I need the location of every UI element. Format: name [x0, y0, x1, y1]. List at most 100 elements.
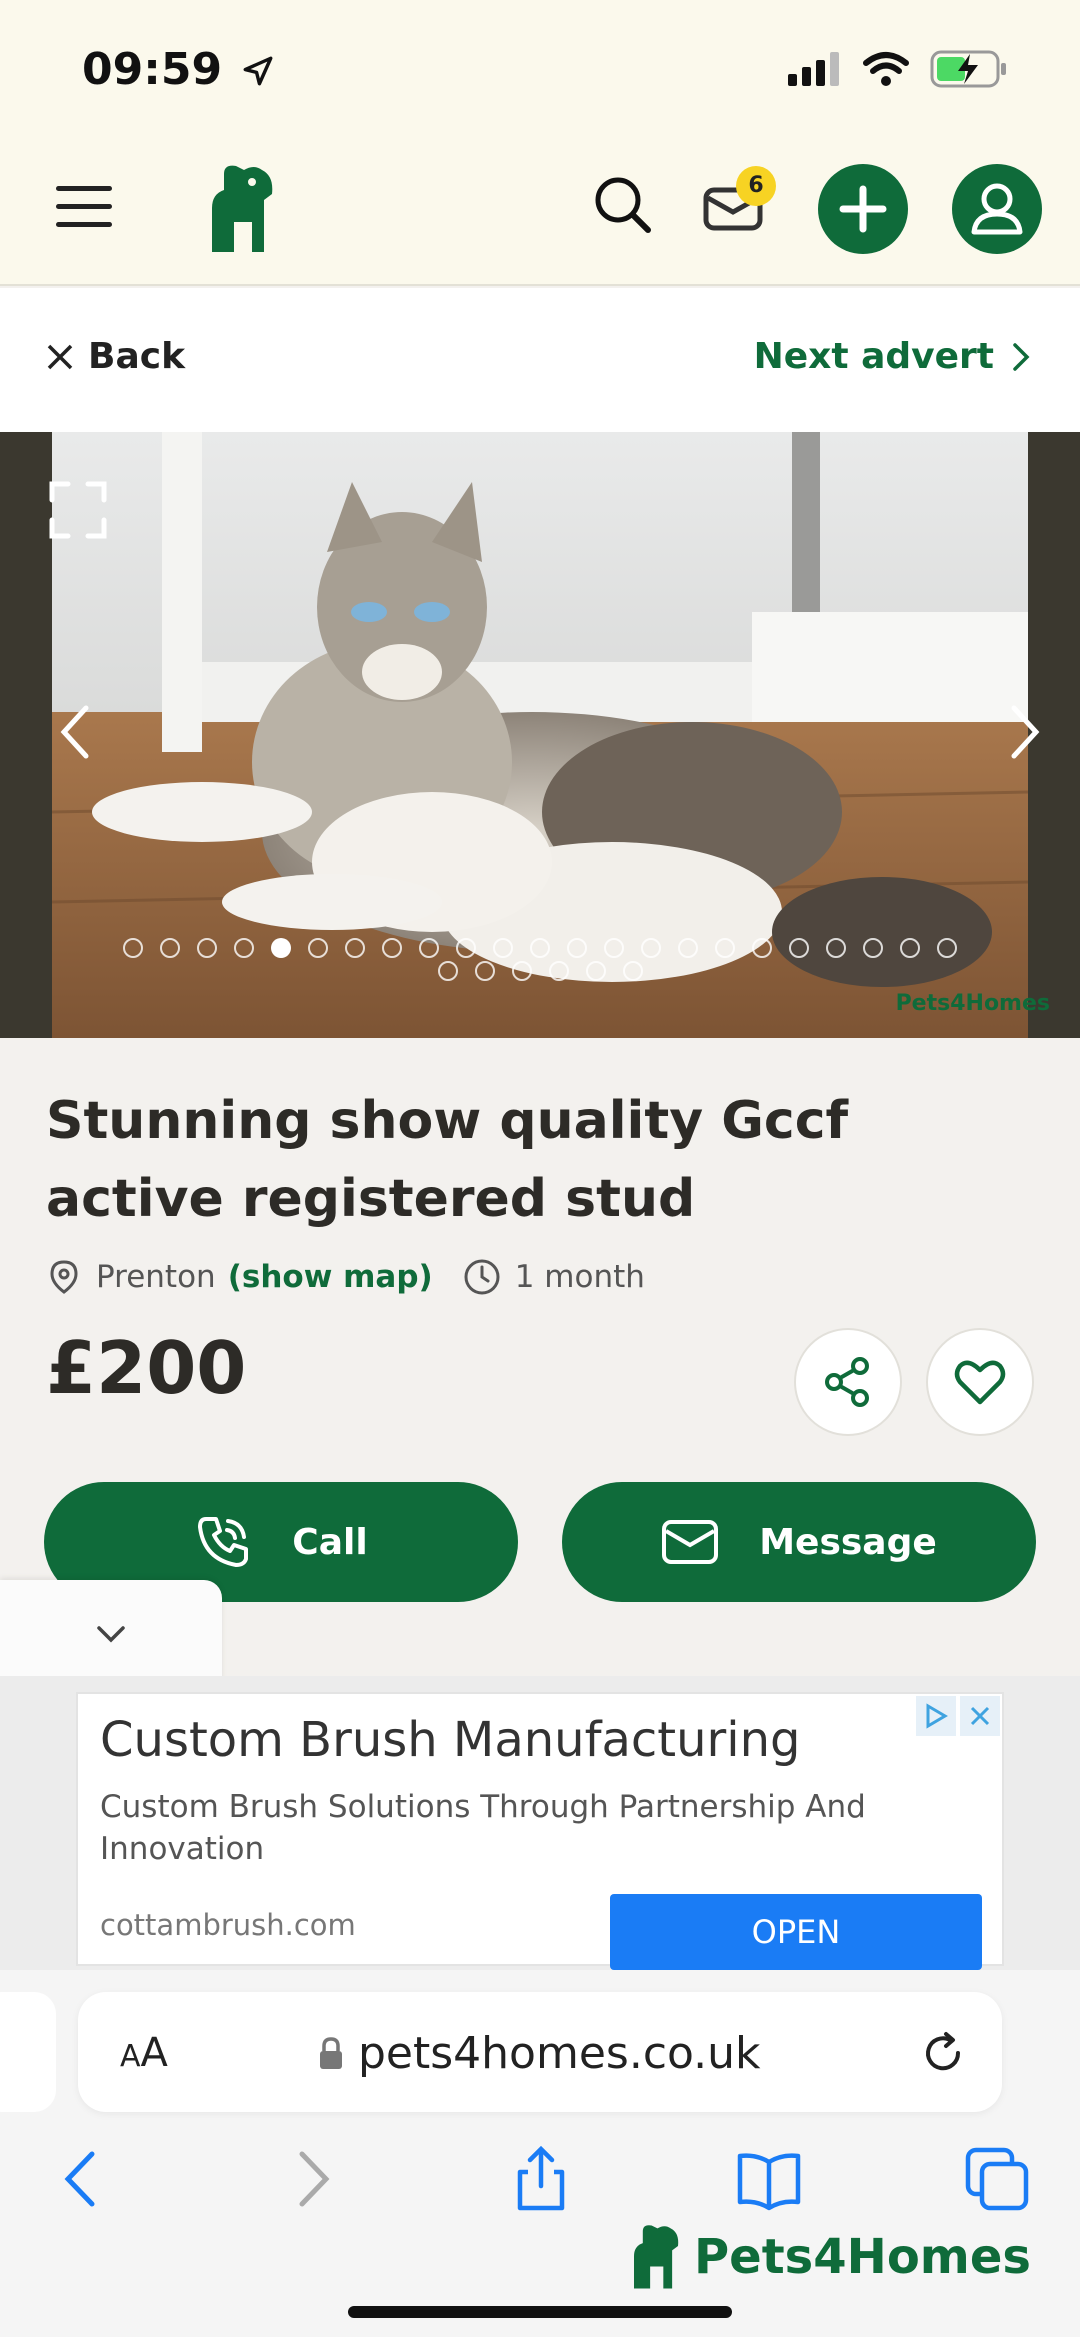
gallery-dot[interactable] [382, 938, 402, 958]
ad-close-icon[interactable] [960, 1696, 1000, 1736]
gallery-dot[interactable] [271, 938, 291, 958]
gallery-dot[interactable] [622, 961, 643, 981]
browser-chrome: AAAA pets4homes.co.uk Pets4Homes [0, 1970, 1080, 2337]
reader-options-button[interactable]: AAAA [120, 2030, 168, 2076]
location-text: Prenton [96, 1259, 216, 1295]
status-bar: 09:59 [0, 0, 1080, 140]
ad-title[interactable]: Custom Brush Manufacturing [100, 1712, 801, 1768]
gallery-dot[interactable] [511, 961, 532, 981]
signal-icon [788, 52, 839, 86]
site-header: 6 [0, 140, 1080, 286]
next-advert-button[interactable]: Next advert [754, 336, 1030, 377]
search-icon[interactable] [590, 172, 654, 236]
gallery-dot[interactable] [826, 938, 846, 958]
bookmarks-icon[interactable] [734, 2144, 804, 2214]
listing-price: £200 [46, 1326, 247, 1410]
gallery-dot[interactable] [900, 938, 920, 958]
gallery-dot[interactable] [493, 938, 513, 958]
gallery-dot[interactable] [474, 961, 495, 981]
show-map-link[interactable]: (show map) [228, 1259, 433, 1295]
home-indicator [348, 2306, 732, 2318]
previous-tab-peek[interactable] [0, 1992, 56, 2112]
url-text: pets4homes.co.uk [358, 2028, 761, 2079]
post-advert-button[interactable] [818, 164, 908, 254]
photo-watermark: Pets4Homes [895, 991, 1050, 1016]
image-gallery[interactable]: Pets4Homes [0, 432, 1080, 1038]
gallery-dot[interactable] [234, 938, 254, 958]
lock-icon [320, 2036, 342, 2069]
location-arrow-icon [243, 56, 273, 86]
battery-charging-icon [930, 50, 1006, 88]
ad-badges [916, 1696, 1000, 1736]
chevron-right-icon [1013, 342, 1030, 371]
address-bar[interactable]: AAAA pets4homes.co.uk [78, 1992, 1002, 2112]
share-icon [825, 1357, 869, 1407]
gallery-dot[interactable] [456, 938, 476, 958]
gallery-dot[interactable] [585, 961, 606, 981]
ad-open-button[interactable]: OPEN [610, 1894, 982, 1970]
fullscreen-icon[interactable] [48, 480, 108, 540]
heart-icon [954, 1360, 1006, 1405]
phone-icon [198, 1517, 249, 1567]
ad-collapse-tab[interactable] [0, 1580, 222, 1690]
menu-icon[interactable] [56, 186, 112, 230]
gallery-dot[interactable] [789, 938, 809, 958]
message-label: Message [759, 1521, 937, 1563]
gallery-dot[interactable] [123, 938, 143, 958]
listing-title: Stunning show quality Gccf active regist… [46, 1091, 849, 1229]
gallery-dot[interactable] [197, 938, 217, 958]
advert-navigation-bar: Back Next advert [0, 288, 1080, 432]
status-time-text: 09:59 [82, 44, 223, 95]
close-icon [47, 344, 73, 369]
advertisement-card[interactable]: Custom Brush Manufacturing Custom Brush … [76, 1692, 1004, 1970]
gallery-dot[interactable] [641, 938, 661, 958]
chevron-down-icon [97, 1626, 125, 1643]
browser-toolbar [0, 2138, 1080, 2238]
account-button[interactable] [952, 164, 1042, 254]
gallery-dot[interactable] [604, 938, 624, 958]
next-advert-label: Next advert [753, 336, 994, 377]
gallery-dot[interactable] [160, 938, 180, 958]
listing-meta: Prenton (show map) 1 month [46, 1258, 645, 1296]
url-display[interactable]: pets4homes.co.uk [318, 2028, 761, 2079]
previous-image-icon[interactable] [56, 702, 96, 762]
favourite-button[interactable] [926, 1328, 1034, 1436]
gallery-dot[interactable] [345, 938, 365, 958]
gallery-dot[interactable] [715, 938, 735, 958]
reload-icon[interactable] [920, 2030, 966, 2076]
ad-description: Custom Brush Solutions Through Partnersh… [100, 1789, 866, 1867]
clock-icon [464, 1259, 500, 1295]
back-button[interactable]: Back [46, 336, 185, 377]
mail-count-badge: 6 [736, 166, 776, 206]
gallery-dot[interactable] [937, 938, 957, 958]
share-sheet-icon[interactable] [506, 2144, 576, 2214]
share-button[interactable] [794, 1328, 902, 1436]
message-button[interactable]: Message [562, 1482, 1036, 1602]
adchoices-icon[interactable] [916, 1696, 956, 1736]
footer-brand-text: Pets4Homes [694, 2229, 1031, 2285]
location-pin-icon [50, 1260, 78, 1294]
gallery-pagination [120, 938, 960, 984]
gallery-dot[interactable] [308, 938, 328, 958]
gallery-dot[interactable] [863, 938, 883, 958]
tabs-icon[interactable] [962, 2144, 1032, 2214]
next-image-icon[interactable] [1004, 702, 1044, 762]
gallery-dot[interactable] [437, 961, 458, 981]
gallery-dot[interactable] [567, 938, 587, 958]
gallery-dot[interactable] [548, 961, 569, 981]
forward-arrow-icon[interactable] [278, 2144, 348, 2214]
footer-brand: Pets4Homes [628, 2224, 1031, 2290]
envelope-icon [662, 1520, 719, 1564]
back-label: Back [88, 336, 186, 377]
gallery-dot[interactable] [530, 938, 550, 958]
pets4homes-logo-icon[interactable] [204, 164, 280, 254]
back-arrow-icon[interactable] [46, 2144, 116, 2214]
gallery-dot[interactable] [419, 938, 439, 958]
ad-domain: cottambrush.com [100, 1908, 356, 1942]
gallery-dot[interactable] [752, 938, 772, 958]
plus-icon [839, 185, 887, 233]
status-icons [788, 50, 1008, 88]
advertisement-area: Custom Brush Manufacturing Custom Brush … [0, 1676, 1080, 1970]
gallery-dot[interactable] [678, 938, 698, 958]
listing-age: 1 month [514, 1259, 645, 1295]
